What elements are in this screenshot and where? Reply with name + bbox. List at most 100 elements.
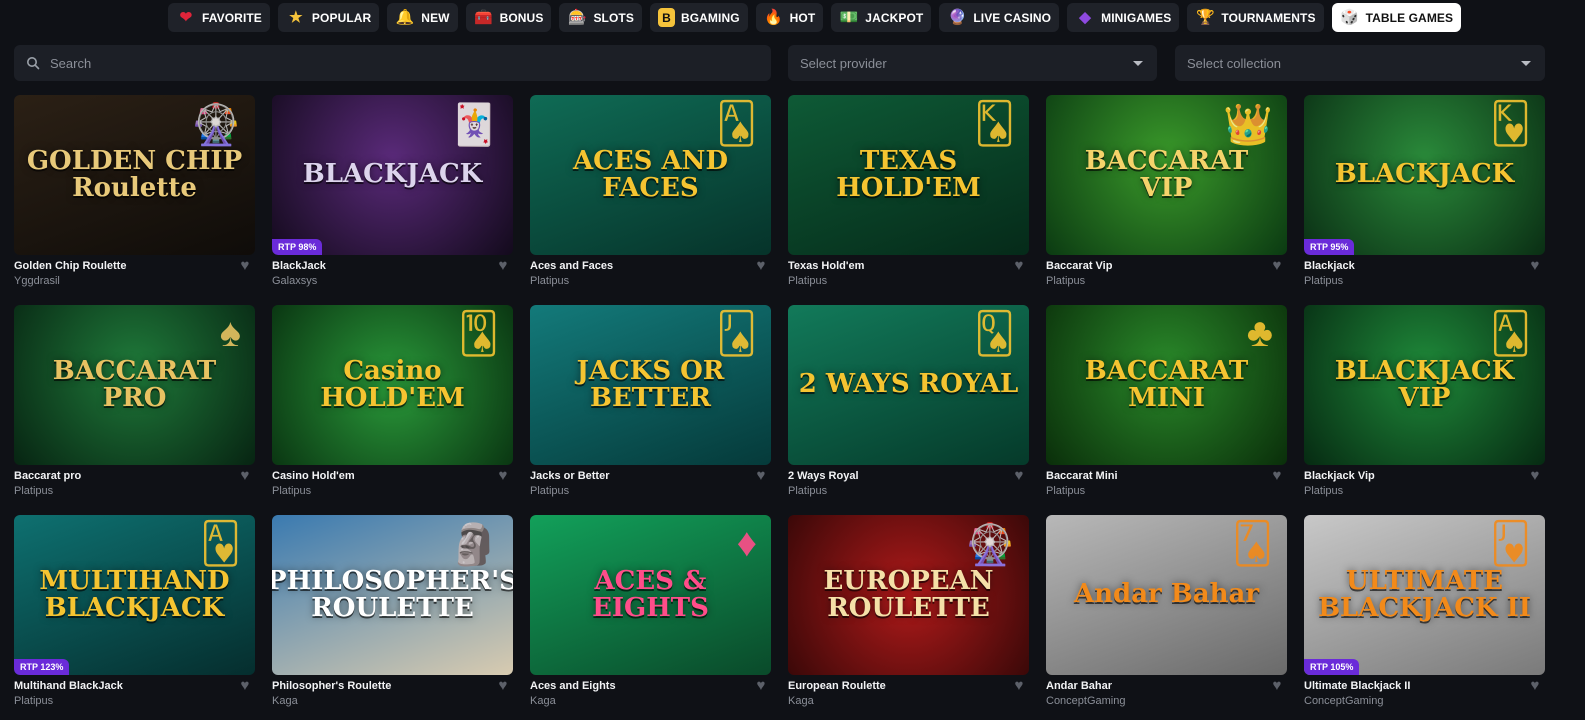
game-card[interactable]: 👑 BACCARAT VIP Baccarat Vip Platipus ♥ (1046, 95, 1287, 290)
favorite-heart-icon[interactable]: ♥ (1269, 258, 1285, 274)
game-card[interactable]: 🂱 MULTIHAND BLACKJACK RTP 123% Multihand Bl… (14, 515, 255, 710)
game-thumbnail[interactable]: 🂧 Andar Bahar (1046, 515, 1287, 675)
tab-slots[interactable]: 🎰 SLOTS (559, 3, 642, 32)
game-provider: Platipus (1304, 275, 1344, 287)
game-logo-text: ACES AND FACES (573, 145, 728, 203)
favorite-heart-icon[interactable]: ♥ (753, 468, 769, 484)
game-title[interactable]: Jacks or Better (530, 470, 610, 482)
game-title[interactable]: Golden Chip Roulette (14, 260, 126, 272)
favorite-heart-icon[interactable]: ♥ (495, 258, 511, 274)
game-title[interactable]: Multihand BlackJack (14, 680, 123, 692)
game-title[interactable]: Baccarat pro (14, 470, 81, 482)
favorite-heart-icon[interactable]: ♥ (237, 468, 253, 484)
tab-popular[interactable]: ★ POPULAR (277, 3, 380, 32)
tab-label: TABLE GAMES (1365, 10, 1454, 25)
game-thumbnail[interactable]: 🎡 GOLDEN CHIP Roulette (14, 95, 255, 255)
tab-table-games[interactable]: 🎲 TABLE GAMES (1331, 3, 1462, 32)
game-card[interactable]: 🎡 EUROPEAN ROULETTE European Roulette Kaga ♥ (788, 515, 1029, 710)
game-card[interactable]: 🗿 PHILOSOPHER'S ROULETTE Philosopher's Rou… (272, 515, 513, 710)
game-provider: Platipus (14, 485, 54, 497)
tab-tournaments[interactable]: 🏆 TOURNAMENTS (1187, 3, 1324, 32)
game-thumbnail[interactable]: ♦ ACES & EIGHTS (530, 515, 771, 675)
game-title[interactable]: Aces and Faces (530, 260, 613, 272)
search-box[interactable] (14, 45, 771, 81)
favorite-heart-icon[interactable]: ♥ (237, 678, 253, 694)
favorite-heart-icon[interactable]: ♥ (753, 678, 769, 694)
game-thumbnail[interactable]: 🂡 ACES AND FACES (530, 95, 771, 255)
game-card[interactable]: 🎡 GOLDEN CHIP Roulette Golden Chip Roulett… (14, 95, 255, 290)
game-thumbnail[interactable]: 🗿 PHILOSOPHER'S ROULETTE (272, 515, 513, 675)
game-provider: Platipus (1046, 485, 1086, 497)
game-card[interactable]: ♠ BACCARAT PRO Baccarat pro Platipus ♥ (14, 305, 255, 500)
game-card[interactable]: 🂪 Casino HOLD'EM Casino Hold'em Platipus ♥ (272, 305, 513, 500)
game-thumbnail[interactable]: 🂻 ULTIMATE BLACKJACK II RTP 105% (1304, 515, 1545, 675)
game-card[interactable]: ♦ ACES & EIGHTS Aces and Eights Kaga ♥ (530, 515, 771, 710)
game-title[interactable]: 2 Ways Royal (788, 470, 859, 482)
game-thumbnail[interactable]: 🎡 EUROPEAN ROULETTE (788, 515, 1029, 675)
game-title[interactable]: Texas Hold'em (788, 260, 864, 272)
tab-favorite[interactable]: ❤ FAVORITE (168, 3, 270, 32)
search-input[interactable] (50, 55, 730, 71)
tab-bgaming[interactable]: B BGAMING (649, 3, 748, 32)
tab-bonus[interactable]: 🧰 BONUS (465, 3, 552, 32)
favorite-heart-icon[interactable]: ♥ (237, 258, 253, 274)
game-thumbnail[interactable]: 🃏 BLACKJACK RTP 98% (272, 95, 513, 255)
game-provider: Platipus (530, 485, 570, 497)
game-thumbnail[interactable]: 🂡 BLACKJACK VIP (1304, 305, 1545, 465)
favorite-heart-icon[interactable]: ♥ (1011, 678, 1027, 694)
favorite-heart-icon[interactable]: ♥ (1527, 258, 1543, 274)
favorite-heart-icon[interactable]: ♥ (1527, 468, 1543, 484)
game-card[interactable]: 🂭 2 WAYS ROYAL 2 Ways Royal Platipus ♥ (788, 305, 1029, 500)
game-title[interactable]: Casino Hold'em (272, 470, 355, 482)
game-card[interactable]: 🃏 BLACKJACK RTP 98% BlackJack Galaxsys ♥ (272, 95, 513, 290)
favorite-heart-icon[interactable]: ♥ (1269, 468, 1285, 484)
game-thumbnail[interactable]: 🂪 Casino HOLD'EM (272, 305, 513, 465)
game-title[interactable]: Blackjack (1304, 260, 1355, 272)
game-title[interactable]: Andar Bahar (1046, 680, 1112, 692)
game-card[interactable]: 🂫 JACKS OR BETTER Jacks or Better Platipus ♥ (530, 305, 771, 500)
game-provider: Platipus (788, 275, 828, 287)
game-thumbnail[interactable]: 🂮 TEXAS HOLD'EM (788, 95, 1029, 255)
game-card[interactable]: 🂮 TEXAS HOLD'EM Texas Hold'em Platipus ♥ (788, 95, 1029, 290)
game-title[interactable]: Ultimate Blackjack II (1304, 680, 1410, 692)
provider-select[interactable]: Select provider (788, 45, 1157, 81)
card-decoration-icon: 🂾 (1490, 102, 1531, 146)
game-title[interactable]: Blackjack Vip (1304, 470, 1375, 482)
game-thumbnail[interactable]: 🂭 2 WAYS ROYAL (788, 305, 1029, 465)
tab-live-casino[interactable]: 🔮 LIVE CASINO (939, 3, 1060, 32)
game-card[interactable]: 🂡 ACES AND FACES Aces and Faces Platipus ♥ (530, 95, 771, 290)
game-thumbnail[interactable]: ♠ BACCARAT PRO (14, 305, 255, 465)
game-card[interactable]: 🂡 BLACKJACK VIP Blackjack Vip Platipus ♥ (1304, 305, 1545, 500)
game-thumbnail[interactable]: 🂫 JACKS OR BETTER (530, 305, 771, 465)
game-title[interactable]: European Roulette (788, 680, 886, 692)
game-card[interactable]: ♣ BACCARAT MINI Baccarat Mini Platipus ♥ (1046, 305, 1287, 500)
game-thumbnail[interactable]: 🂾 BLACKJACK RTP 95% (1304, 95, 1545, 255)
game-card[interactable]: 🂾 BLACKJACK RTP 95% Blackjack Platipus ♥ (1304, 95, 1545, 290)
game-provider: Platipus (788, 485, 828, 497)
game-title[interactable]: Baccarat Vip (1046, 260, 1112, 272)
game-thumbnail[interactable]: ♣ BACCARAT MINI (1046, 305, 1287, 465)
game-title[interactable]: Baccarat Mini (1046, 470, 1118, 482)
tab-hot[interactable]: 🔥 HOT (755, 3, 824, 32)
favorite-heart-icon[interactable]: ♥ (495, 468, 511, 484)
game-title[interactable]: BlackJack (272, 260, 326, 272)
tab-jackpot[interactable]: 💵 JACKPOT (831, 3, 932, 32)
card-decoration-icon: 🂻 (1490, 522, 1531, 566)
favorite-heart-icon[interactable]: ♥ (753, 258, 769, 274)
game-card[interactable]: 🂻 ULTIMATE BLACKJACK II RTP 105% Ultimate B… (1304, 515, 1545, 710)
collection-select[interactable]: Select collection (1175, 45, 1545, 81)
favorite-heart-icon[interactable]: ♥ (495, 678, 511, 694)
game-title[interactable]: Philosopher's Roulette (272, 680, 391, 692)
game-title[interactable]: Aces and Eights (530, 680, 616, 692)
favorite-heart-icon[interactable]: ♥ (1269, 678, 1285, 694)
game-thumbnail[interactable]: 🂱 MULTIHAND BLACKJACK RTP 123% (14, 515, 255, 675)
tab-minigames[interactable]: ◆ MINIGAMES (1067, 3, 1180, 32)
tab-new[interactable]: 🔔 NEW (387, 3, 458, 32)
game-thumbnail[interactable]: 👑 BACCARAT VIP (1046, 95, 1287, 255)
favorite-heart-icon[interactable]: ♥ (1011, 258, 1027, 274)
game-provider: ConceptGaming (1304, 695, 1384, 707)
favorite-heart-icon[interactable]: ♥ (1527, 678, 1543, 694)
favorite-heart-icon[interactable]: ♥ (1011, 468, 1027, 484)
game-card[interactable]: 🂧 Andar Bahar Andar Bahar ConceptGaming ♥ (1046, 515, 1287, 710)
slot-machine-icon: 🎰 (568, 9, 587, 26)
